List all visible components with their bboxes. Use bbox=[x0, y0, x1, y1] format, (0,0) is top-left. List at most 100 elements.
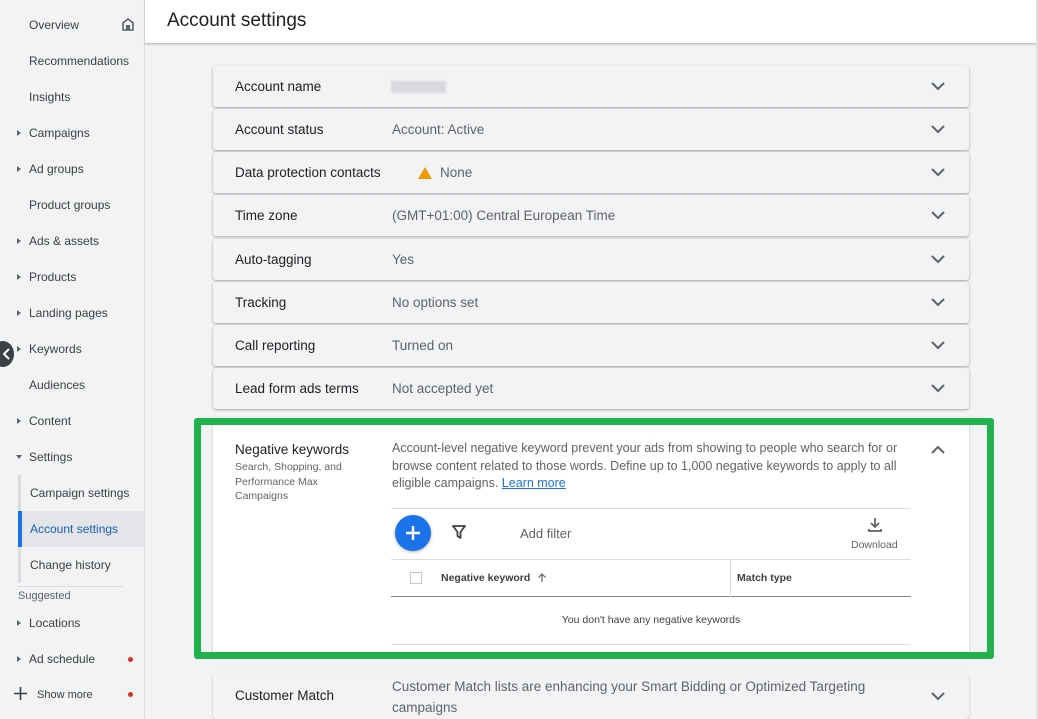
sidebar-item-label: Content bbox=[29, 414, 72, 428]
empty-state-message: You don't have any negative keywords bbox=[561, 614, 741, 626]
sidebar-item-landing-pages[interactable]: Landing pages bbox=[0, 295, 144, 331]
caret-right-icon bbox=[17, 274, 21, 280]
sidebar-item-ad-schedule[interactable]: Ad schedule bbox=[0, 641, 144, 677]
sidebar-divider bbox=[18, 586, 123, 587]
sort-ascending-icon[interactable] bbox=[537, 573, 547, 583]
redacted-value bbox=[391, 81, 446, 93]
table-header: Negative keyword Match type bbox=[391, 559, 911, 597]
sidebar-item-audiences[interactable]: Audiences bbox=[0, 367, 144, 403]
setting-label: Account name bbox=[235, 79, 322, 94]
sidebar-item-label: Ads & assets bbox=[29, 234, 100, 248]
caret-right-icon bbox=[17, 130, 21, 136]
column-divider bbox=[730, 560, 731, 597]
setting-label: Time zone bbox=[235, 208, 298, 223]
sidebar-item-label: Campaigns bbox=[29, 126, 90, 140]
sidebar-item-settings[interactable]: Settings bbox=[0, 439, 144, 475]
sidebar-item-label: Ad schedule bbox=[29, 652, 96, 666]
sidebar-item-campaigns[interactable]: Campaigns bbox=[0, 115, 144, 151]
home-icon bbox=[122, 18, 134, 31]
page-title: Account settings bbox=[167, 10, 307, 31]
chevron-up-icon[interactable] bbox=[931, 445, 945, 455]
caret-right-icon bbox=[17, 166, 21, 172]
add-negative-keyword-button[interactable] bbox=[395, 515, 431, 551]
setting-label: Tracking bbox=[235, 295, 287, 310]
divider bbox=[391, 508, 911, 509]
setting-label: Call reporting bbox=[235, 338, 316, 353]
sidebar-item-keywords[interactable]: Keywords bbox=[0, 331, 144, 367]
filter-icon[interactable] bbox=[452, 525, 466, 539]
negative-keywords-description: Account-level negative keyword prevent y… bbox=[392, 440, 912, 493]
sidebar-item-content[interactable]: Content bbox=[0, 403, 144, 439]
setting-label: Data protection contacts bbox=[235, 165, 381, 180]
caret-down-icon bbox=[16, 455, 22, 459]
suggested-section-label: Suggested bbox=[18, 590, 71, 602]
chevron-down-icon bbox=[931, 341, 945, 350]
sidebar-nav: Overview Recommendations Insights Campai… bbox=[0, 0, 145, 719]
setting-label: Customer Match bbox=[235, 688, 335, 703]
sidebar-item-ad-groups[interactable]: Ad groups bbox=[0, 151, 144, 187]
negative-keywords-title: Negative keywords bbox=[235, 442, 350, 457]
caret-right-icon bbox=[17, 310, 21, 316]
sidebar-item-label: Campaign settings bbox=[30, 486, 130, 500]
setting-value: Turned on bbox=[392, 338, 454, 353]
notification-dot bbox=[128, 657, 133, 662]
chevron-down-icon bbox=[931, 168, 945, 177]
chevron-down-icon bbox=[931, 298, 945, 307]
download-button[interactable]: Download bbox=[843, 517, 907, 553]
sidebar-item-label: Insights bbox=[29, 90, 71, 104]
setting-value: Account: Active bbox=[392, 122, 485, 137]
setting-row-lead-form-ads-terms[interactable]: Lead form ads terms Not accepted yet bbox=[213, 368, 969, 409]
sidebar-item-ads-assets[interactable]: Ads & assets bbox=[0, 223, 144, 259]
setting-row-tracking[interactable]: Tracking No options set bbox=[213, 282, 969, 323]
divider bbox=[391, 644, 911, 645]
sidebar-item-campaign-settings[interactable]: Campaign settings bbox=[18, 475, 144, 511]
plus-icon[interactable] bbox=[14, 687, 27, 700]
chevron-left-icon bbox=[2, 348, 10, 360]
setting-row-customer-match[interactable]: Customer Match Customer Match lists are … bbox=[213, 673, 969, 719]
setting-label: Lead form ads terms bbox=[235, 381, 359, 396]
sidebar-item-account-settings[interactable]: Account settings bbox=[18, 511, 144, 547]
sidebar-item-products[interactable]: Products bbox=[0, 259, 144, 295]
sidebar-item-label: Overview bbox=[29, 18, 80, 32]
setting-row-account-status[interactable]: Account status Account: Active bbox=[213, 109, 969, 150]
sidebar-item-label: Account settings bbox=[30, 522, 119, 536]
setting-value-wrap: None bbox=[418, 165, 472, 180]
chevron-down-icon bbox=[931, 692, 945, 701]
sidebar-item-label: Landing pages bbox=[29, 306, 108, 320]
setting-value: (GMT+01:00) Central European Time bbox=[392, 208, 616, 223]
caret-right-icon bbox=[17, 346, 21, 352]
chevron-down-icon bbox=[931, 384, 945, 393]
warning-icon bbox=[418, 167, 432, 179]
sidebar-item-overview[interactable]: Overview bbox=[0, 7, 144, 43]
learn-more-link[interactable]: Learn more bbox=[502, 476, 566, 490]
setting-value: Not accepted yet bbox=[392, 381, 494, 396]
sidebar-item-recommendations[interactable]: Recommendations bbox=[0, 43, 144, 79]
sidebar-item-label: Ad groups bbox=[29, 162, 84, 176]
sidebar-item-insights[interactable]: Insights bbox=[0, 79, 144, 115]
setting-row-data-protection-contacts[interactable]: Data protection contacts None bbox=[213, 152, 969, 193]
caret-right-icon bbox=[17, 620, 21, 626]
sidebar-item-product-groups[interactable]: Product groups bbox=[0, 187, 144, 223]
select-all-checkbox[interactable] bbox=[410, 572, 422, 584]
notification-dot bbox=[128, 692, 133, 697]
chevron-down-icon bbox=[931, 125, 945, 134]
sidebar-item-label: Recommendations bbox=[29, 54, 130, 68]
column-header-match-type[interactable]: Match type bbox=[737, 572, 792, 584]
plus-icon bbox=[406, 526, 420, 540]
setting-row-call-reporting[interactable]: Call reporting Turned on bbox=[213, 325, 969, 366]
setting-row-time-zone[interactable]: Time zone (GMT+01:00) Central European T… bbox=[213, 195, 969, 236]
sidebar-item-label: Settings bbox=[29, 450, 73, 464]
download-label: Download bbox=[851, 539, 898, 551]
setting-row-account-name[interactable]: Account name bbox=[213, 66, 969, 107]
show-more-button[interactable]: Show more bbox=[37, 689, 93, 701]
download-icon bbox=[868, 518, 882, 532]
add-filter-button[interactable]: Add filter bbox=[520, 526, 571, 541]
sidebar-item-change-history[interactable]: Change history bbox=[18, 547, 144, 583]
sidebar-item-locations[interactable]: Locations bbox=[0, 605, 144, 641]
negative-keywords-subtitle: Search, Shopping, and Performance Max Ca… bbox=[235, 461, 342, 502]
caret-right-icon bbox=[17, 656, 21, 662]
setting-label: Account status bbox=[235, 122, 324, 137]
sidebar-item-label: Keywords bbox=[29, 342, 82, 356]
setting-row-auto-tagging[interactable]: Auto-tagging Yes bbox=[213, 239, 969, 280]
column-header-negative-keyword[interactable]: Negative keyword bbox=[441, 572, 530, 584]
